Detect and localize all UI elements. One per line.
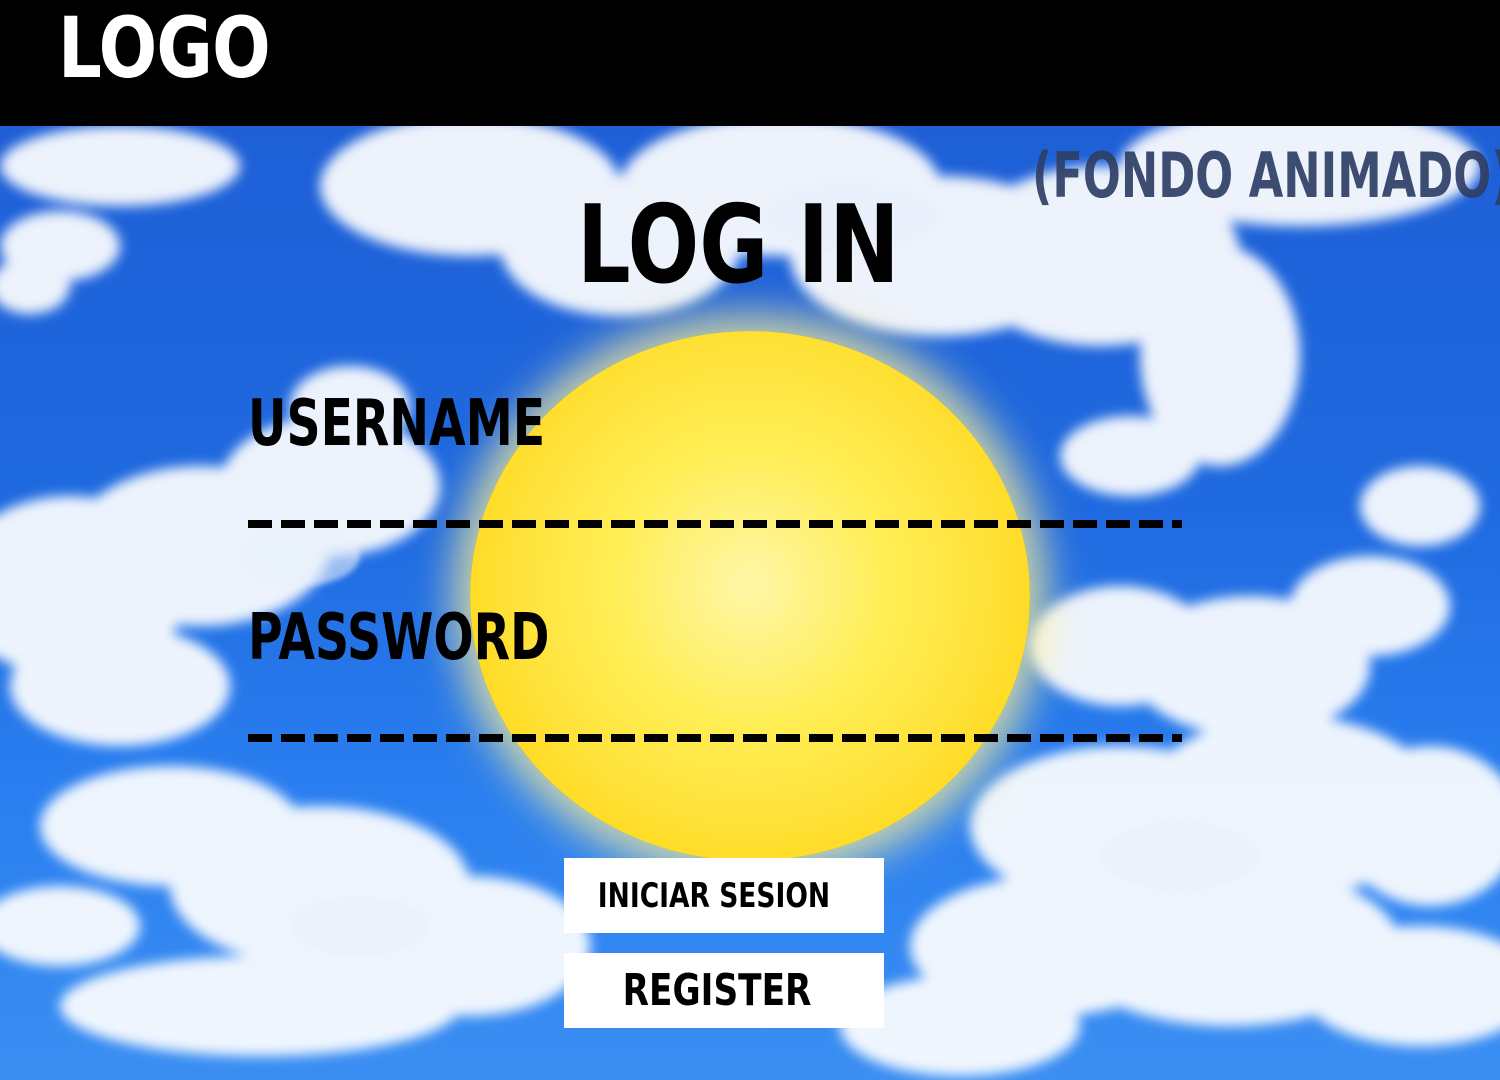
password-field[interactable] bbox=[248, 706, 1182, 750]
sun-graphic bbox=[470, 331, 1030, 861]
register-button-label: REGISTER bbox=[622, 965, 812, 1016]
password-label: PASSWORD bbox=[248, 601, 550, 675]
top-bar: LOGO bbox=[0, 0, 1500, 126]
page-title: LOG IN bbox=[577, 183, 900, 308]
username-field[interactable] bbox=[248, 492, 1182, 536]
animated-background-note: (FONDO ANIMADO) bbox=[1032, 139, 1500, 212]
register-button[interactable]: REGISTER bbox=[564, 953, 884, 1028]
login-button-label: INICIAR SESION bbox=[597, 875, 831, 916]
username-label: USERNAME bbox=[248, 387, 546, 461]
login-page: LOGO (FONDO ANIMADO) LOG IN USERNAME PAS… bbox=[0, 0, 1500, 1080]
logo[interactable]: LOGO bbox=[58, 6, 271, 90]
login-button[interactable]: INICIAR SESION bbox=[564, 858, 884, 933]
